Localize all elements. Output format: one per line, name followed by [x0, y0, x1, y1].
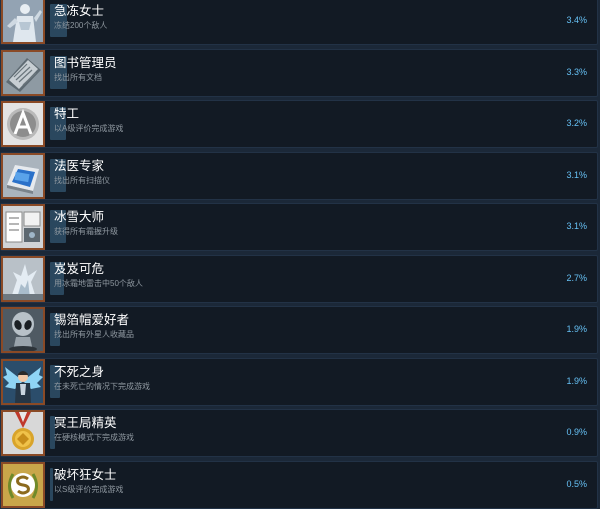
achievement-thumbnail — [1, 358, 45, 405]
achievement-title: 特工 — [54, 107, 80, 121]
grade-a-badge-icon — [3, 103, 43, 145]
achievement-title: 冰雪大师 — [54, 210, 105, 224]
achievement-title: 法医专家 — [54, 158, 105, 173]
achievement-row[interactable]: 急冻女士 冻结200个敌人 3.4% — [0, 0, 598, 45]
ice-lady-statue-icon — [3, 0, 43, 42]
achievement-description: 在硬核模式下完成游戏 — [54, 433, 134, 442]
achievement-percent: 1.9% — [566, 324, 587, 334]
achievement-description: 以S级评价完成游戏 — [54, 484, 124, 494]
achievement-description: 找出所有扫描仪 — [54, 175, 110, 185]
achievement-percent: 0.5% — [566, 478, 587, 489]
achievement-title: 图书管理员 — [54, 55, 117, 70]
achievement-description: 在未死亡的情况下完成游戏 — [54, 381, 150, 391]
grade-s-laurel-icon — [3, 463, 43, 506]
winged-hero-icon — [3, 360, 43, 403]
scanner-device-icon — [3, 154, 43, 197]
achievement-thumbnail — [1, 49, 45, 96]
achievement-percent: 2.7% — [566, 272, 587, 283]
achievement-list: 急冻女士 冻结200个敌人 3.4% 图书管理员 找出所有文档 3.3% 特工 … — [0, 0, 600, 509]
alien-figure-icon — [3, 309, 43, 351]
achievement-title: 破坏狂女士 — [54, 467, 117, 482]
achievement-row[interactable]: 冰雪大师 获得所有霜握升级 3.1% — [0, 203, 598, 251]
progress-bar-fill — [50, 467, 53, 501]
frost-mine-explosion-icon — [3, 257, 43, 300]
achievement-description: 找出所有外星人收藏品 — [54, 330, 134, 339]
achievement-row[interactable]: 图书管理员 找出所有文档 3.3% — [0, 48, 598, 97]
achievement-description: 找出所有文档 — [54, 72, 102, 82]
achievement-thumbnail — [1, 101, 45, 147]
achievement-title: 不死之身 — [54, 364, 105, 379]
document-folder-icon — [3, 51, 43, 94]
achievement-thumbnail — [1, 410, 45, 456]
achievement-percent: 3.1% — [566, 169, 587, 180]
achievement-percent: 3.3% — [566, 66, 587, 77]
achievement-description: 以A级评价完成游戏 — [54, 124, 124, 133]
achievement-thumbnail — [1, 255, 45, 302]
achievement-description: 获得所有霜握升级 — [54, 227, 118, 236]
achievement-row[interactable]: 破坏狂女士 以S级评价完成游戏 0.5% — [0, 460, 598, 509]
achievement-percent: 3.1% — [566, 221, 587, 231]
gold-medal-icon — [3, 412, 43, 454]
achievement-row[interactable]: 特工 以A级评价完成游戏 3.2% — [0, 100, 598, 148]
achievement-title: 锡箔帽爱好者 — [54, 313, 130, 327]
achievement-percent: 3.4% — [566, 15, 587, 25]
achievement-title: 冥王局精英 — [54, 416, 117, 430]
achievement-thumbnail — [1, 204, 45, 250]
achievement-row[interactable]: 不死之身 在未死亡的情况下完成游戏 1.9% — [0, 357, 598, 406]
achievement-row[interactable]: 冥王局精英 在硬核模式下完成游戏 0.9% — [0, 409, 598, 457]
achievement-row[interactable]: 岌岌可危 用冰霜地雷击中50个敌人 2.7% — [0, 254, 598, 303]
achievement-percent: 3.2% — [566, 118, 587, 128]
achievement-title: 急冻女士 — [54, 4, 105, 18]
achievement-thumbnail — [1, 0, 45, 44]
achievement-row[interactable]: 法医专家 找出所有扫描仪 3.1% — [0, 151, 598, 200]
achievement-thumbnail — [1, 307, 45, 353]
achievement-row[interactable]: 锡箔帽爱好者 找出所有外星人收藏品 1.9% — [0, 306, 598, 354]
ice-upgrade-panel-icon — [3, 206, 43, 248]
achievement-description: 冻结200个敌人 — [54, 21, 108, 30]
achievement-percent: 0.9% — [566, 427, 587, 437]
achievement-percent: 1.9% — [566, 375, 587, 386]
achievement-description: 用冰霜地雷击中50个敌人 — [54, 278, 143, 288]
achievement-title: 岌岌可危 — [54, 261, 105, 276]
achievement-thumbnail — [1, 152, 45, 199]
